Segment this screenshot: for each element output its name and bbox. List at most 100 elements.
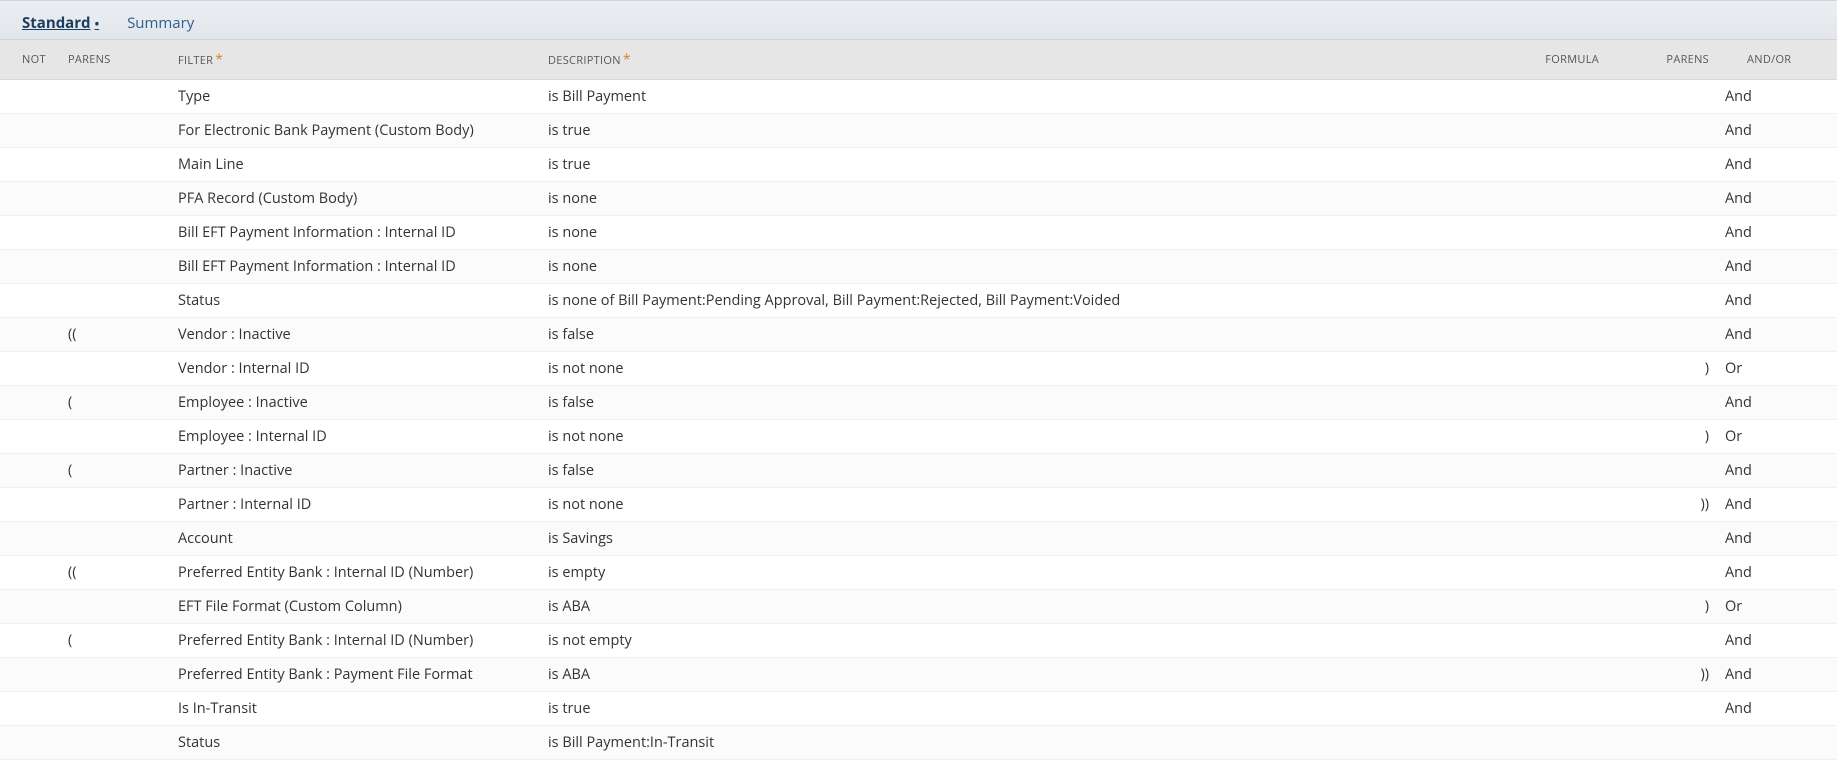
cell-parens-right xyxy=(1607,454,1717,488)
cell-description: is false xyxy=(540,454,1487,488)
table-row[interactable]: Employee : Internal IDis not none)Or xyxy=(0,420,1837,454)
cell-formula xyxy=(1487,352,1607,386)
cell-parens-left xyxy=(60,114,170,148)
cell-parens-right: ) xyxy=(1607,590,1717,624)
cell-not xyxy=(0,148,60,182)
cell-not xyxy=(0,80,60,114)
cell-description: is none xyxy=(540,250,1487,284)
table-row[interactable]: ((Vendor : Inactiveis falseAnd xyxy=(0,318,1837,352)
table-row[interactable]: Vendor : Internal IDis not none)Or xyxy=(0,352,1837,386)
cell-parens-left xyxy=(60,250,170,284)
cell-parens-left xyxy=(60,488,170,522)
cell-not xyxy=(0,556,60,590)
col-header-parens-left[interactable]: PARENS xyxy=(60,40,170,80)
table-row[interactable]: Main Lineis trueAnd xyxy=(0,148,1837,182)
table-row[interactable]: (Partner : Inactiveis falseAnd xyxy=(0,454,1837,488)
cell-formula xyxy=(1487,726,1607,760)
cell-andor xyxy=(1717,726,1837,760)
cell-filter: Bill EFT Payment Information : Internal … xyxy=(170,250,540,284)
table-row[interactable]: (Preferred Entity Bank : Internal ID (Nu… xyxy=(0,624,1837,658)
cell-description: is Savings xyxy=(540,522,1487,556)
col-header-filter[interactable]: FILTER* xyxy=(170,40,540,80)
tab-summary-label: Summary xyxy=(127,13,194,33)
cell-formula xyxy=(1487,386,1607,420)
cell-filter: Preferred Entity Bank : Payment File For… xyxy=(170,658,540,692)
cell-parens-right: ) xyxy=(1607,352,1717,386)
cell-not xyxy=(0,216,60,250)
cell-parens-right xyxy=(1607,726,1717,760)
cell-andor: And xyxy=(1717,488,1837,522)
cell-not xyxy=(0,284,60,318)
table-row[interactable]: Bill EFT Payment Information : Internal … xyxy=(0,216,1837,250)
table-row[interactable]: Statusis Bill Payment:In-Transit xyxy=(0,726,1837,760)
table-row[interactable]: (Employee : Inactiveis falseAnd xyxy=(0,386,1837,420)
cell-formula xyxy=(1487,148,1607,182)
col-header-description[interactable]: DESCRIPTION* xyxy=(540,40,1487,80)
cell-formula xyxy=(1487,658,1607,692)
cell-filter: EFT File Format (Custom Column) xyxy=(170,590,540,624)
cell-andor: And xyxy=(1717,182,1837,216)
cell-filter: Is In-Transit xyxy=(170,692,540,726)
cell-parens-left xyxy=(60,148,170,182)
col-header-andor[interactable]: AND/OR xyxy=(1717,40,1837,80)
tab-standard[interactable]: Standard• xyxy=(8,7,113,39)
cell-andor: And xyxy=(1717,454,1837,488)
cell-description: is false xyxy=(540,386,1487,420)
cell-filter: For Electronic Bank Payment (Custom Body… xyxy=(170,114,540,148)
col-header-parens-right[interactable]: PARENS xyxy=(1607,40,1717,80)
cell-filter: Status xyxy=(170,284,540,318)
col-header-not[interactable]: NOT xyxy=(0,40,60,80)
cell-filter: Bill EFT Payment Information : Internal … xyxy=(170,216,540,250)
cell-parens-right xyxy=(1607,522,1717,556)
cell-parens-left xyxy=(60,352,170,386)
cell-formula xyxy=(1487,590,1607,624)
cell-filter: Vendor : Internal ID xyxy=(170,352,540,386)
table-row[interactable]: ((Preferred Entity Bank : Internal ID (N… xyxy=(0,556,1837,590)
cell-description: is not empty xyxy=(540,624,1487,658)
cell-not xyxy=(0,488,60,522)
cell-filter: Partner : Internal ID xyxy=(170,488,540,522)
cell-parens-left xyxy=(60,658,170,692)
table-row[interactable]: Preferred Entity Bank : Payment File For… xyxy=(0,658,1837,692)
table-row[interactable]: EFT File Format (Custom Column)is ABA)Or xyxy=(0,590,1837,624)
cell-description: is not none xyxy=(540,488,1487,522)
table-row[interactable]: Is In-Transitis trueAnd xyxy=(0,692,1837,726)
cell-description: is none xyxy=(540,182,1487,216)
table-row[interactable]: Accountis SavingsAnd xyxy=(0,522,1837,556)
table-row[interactable]: PFA Record (Custom Body)is noneAnd xyxy=(0,182,1837,216)
cell-parens-right xyxy=(1607,318,1717,352)
cell-filter: Status xyxy=(170,726,540,760)
cell-parens-right xyxy=(1607,556,1717,590)
col-header-formula[interactable]: FORMULA xyxy=(1487,40,1607,80)
table-row[interactable]: For Electronic Bank Payment (Custom Body… xyxy=(0,114,1837,148)
cell-description: is not none xyxy=(540,420,1487,454)
table-row[interactable]: Statusis none of Bill Payment:Pending Ap… xyxy=(0,284,1837,318)
cell-andor: And xyxy=(1717,318,1837,352)
cell-formula xyxy=(1487,182,1607,216)
cell-formula xyxy=(1487,114,1607,148)
cell-parens-left: (( xyxy=(60,318,170,352)
cell-parens-left: ( xyxy=(60,454,170,488)
table-row[interactable]: Partner : Internal IDis not none))And xyxy=(0,488,1837,522)
cell-not xyxy=(0,420,60,454)
cell-parens-right xyxy=(1607,386,1717,420)
cell-description: is true xyxy=(540,692,1487,726)
cell-filter: Employee : Internal ID xyxy=(170,420,540,454)
cell-formula xyxy=(1487,80,1607,114)
cell-not xyxy=(0,624,60,658)
cell-parens-right: )) xyxy=(1607,488,1717,522)
cell-formula xyxy=(1487,556,1607,590)
cell-formula xyxy=(1487,284,1607,318)
cell-not xyxy=(0,454,60,488)
tab-summary[interactable]: Summary xyxy=(113,7,208,39)
cell-parens-right xyxy=(1607,182,1717,216)
cell-filter: Preferred Entity Bank : Internal ID (Num… xyxy=(170,624,540,658)
cell-parens-left: ( xyxy=(60,386,170,420)
cell-formula xyxy=(1487,250,1607,284)
table-row[interactable]: Typeis Bill PaymentAnd xyxy=(0,80,1837,114)
required-icon: * xyxy=(215,50,223,69)
cell-parens-right xyxy=(1607,114,1717,148)
cell-formula xyxy=(1487,454,1607,488)
cell-parens-right xyxy=(1607,692,1717,726)
table-row[interactable]: Bill EFT Payment Information : Internal … xyxy=(0,250,1837,284)
